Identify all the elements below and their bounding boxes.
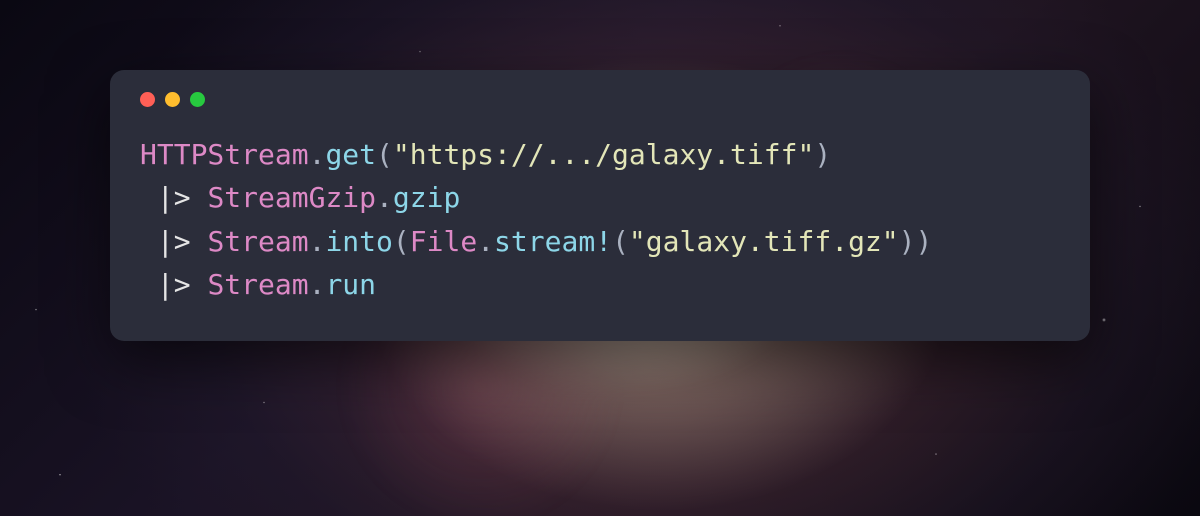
close-icon[interactable]	[140, 92, 155, 107]
token-module: File	[410, 225, 477, 258]
code-window: HTTPStream.get("https://.../galaxy.tiff"…	[110, 70, 1090, 341]
token-dot: .	[309, 138, 326, 171]
code-line-1: HTTPStream.get("https://.../galaxy.tiff"…	[140, 138, 831, 171]
token-method: run	[325, 268, 376, 301]
token-string: "galaxy.tiff.gz"	[629, 225, 899, 258]
maximize-icon[interactable]	[190, 92, 205, 107]
token-paren: )	[899, 225, 916, 258]
code-line-4: |> Stream.run	[140, 268, 376, 301]
token-dot: .	[477, 225, 494, 258]
token-string: "https://.../galaxy.tiff"	[393, 138, 814, 171]
token-module: HTTPStream	[140, 138, 309, 171]
token-method: stream	[494, 225, 595, 258]
token-pipe: |>	[140, 181, 207, 214]
token-method: get	[325, 138, 376, 171]
token-paren: (	[612, 225, 629, 258]
minimize-icon[interactable]	[165, 92, 180, 107]
code-line-2: |> StreamGzip.gzip	[140, 181, 460, 214]
token-dot: .	[309, 225, 326, 258]
code-block: HTTPStream.get("https://.../galaxy.tiff"…	[140, 133, 1060, 307]
token-paren: (	[376, 138, 393, 171]
token-method: into	[325, 225, 392, 258]
code-line-3: |> Stream.into(File.stream!("galaxy.tiff…	[140, 225, 932, 258]
token-paren: (	[393, 225, 410, 258]
token-pipe: |>	[140, 268, 207, 301]
token-dot: .	[309, 268, 326, 301]
token-bang: !	[595, 225, 612, 258]
token-module: Stream	[207, 268, 308, 301]
token-paren: )	[916, 225, 933, 258]
window-titlebar	[140, 92, 1060, 107]
token-method: gzip	[393, 181, 460, 214]
token-pipe: |>	[140, 225, 207, 258]
token-dot: .	[376, 181, 393, 214]
token-module: Stream	[207, 225, 308, 258]
token-paren: )	[814, 138, 831, 171]
token-module: StreamGzip	[207, 181, 376, 214]
